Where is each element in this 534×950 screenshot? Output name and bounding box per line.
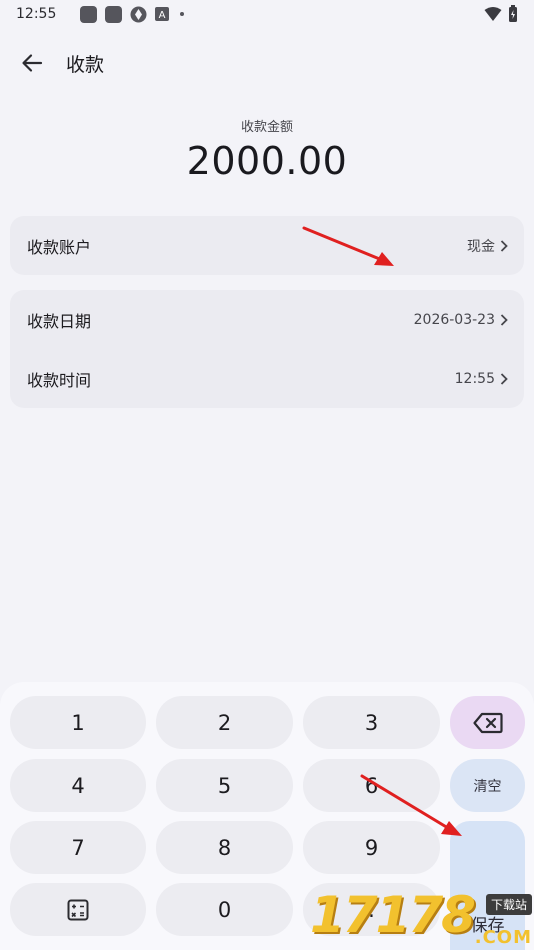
- time-label: 收款时间: [27, 370, 92, 390]
- app-icon: [105, 5, 123, 23]
- chevron-right-icon: [500, 372, 508, 385]
- key-3[interactable]: 3: [303, 696, 440, 749]
- page-title: 收款: [66, 53, 105, 76]
- account-label: 收款账户: [27, 237, 92, 257]
- date-row[interactable]: 收款日期 2026-03-23: [10, 290, 524, 349]
- annotation-arrow-icon: [360, 774, 462, 836]
- chevron-right-icon: [500, 239, 508, 252]
- account-value: 现金: [467, 238, 495, 255]
- time-value-group: 12:55: [455, 371, 508, 387]
- calculator-icon: [67, 899, 89, 920]
- watermark-tag: 下载站: [485, 894, 532, 915]
- battery-icon: [509, 5, 517, 22]
- account-value-group: 现金: [467, 236, 508, 256]
- arrow-left-icon: [22, 54, 43, 72]
- chevron-right-icon: [500, 313, 508, 326]
- app-bar: 收款: [0, 40, 534, 86]
- watermark-domain: .COM: [474, 927, 532, 948]
- key-4[interactable]: 4: [10, 759, 146, 812]
- time-row[interactable]: 收款时间 12:55: [10, 349, 524, 408]
- amount-section: 收款金额 2000.00: [0, 116, 534, 183]
- date-label: 收款日期: [27, 311, 92, 331]
- dot-icon: [180, 12, 185, 16]
- date-value-group: 2026-03-23: [414, 312, 508, 328]
- account-row[interactable]: 收款账户 现金: [10, 216, 524, 275]
- wifi-icon: [484, 7, 502, 21]
- key-5[interactable]: 5: [156, 759, 293, 812]
- shield-icon: [130, 6, 147, 22]
- status-bar: 12:55 A: [0, 0, 534, 28]
- amount-label: 收款金额: [240, 120, 293, 135]
- site-watermark: 17178 下载站 .COM: [310, 886, 534, 950]
- system-icons: [484, 5, 518, 23]
- date-value: 2026-03-23: [413, 311, 495, 328]
- amount-value: 2000.00: [186, 139, 348, 183]
- watermark-digits: 17178: [310, 886, 476, 944]
- notification-icons: A: [80, 5, 187, 23]
- status-time: 12:55: [16, 6, 57, 22]
- app-icon: [80, 5, 98, 23]
- account-card: 收款账户 现金: [10, 216, 524, 275]
- time-value: 12:55: [454, 370, 495, 387]
- back-button[interactable]: [20, 51, 44, 75]
- key-1[interactable]: 1: [10, 696, 146, 749]
- text-icon: A: [155, 7, 170, 21]
- annotation-arrow-icon: [302, 226, 394, 266]
- calculator-button[interactable]: [10, 883, 146, 936]
- delete-button[interactable]: [450, 696, 525, 749]
- datetime-card: 收款日期 2026-03-23 收款时间 12:55: [10, 290, 524, 408]
- key-7[interactable]: 7: [10, 821, 146, 874]
- key-0[interactable]: 0: [156, 883, 293, 936]
- key-2[interactable]: 2: [156, 696, 293, 749]
- key-8[interactable]: 8: [156, 821, 293, 874]
- backspace-icon: [472, 712, 503, 733]
- svg-text:A: A: [159, 10, 166, 21]
